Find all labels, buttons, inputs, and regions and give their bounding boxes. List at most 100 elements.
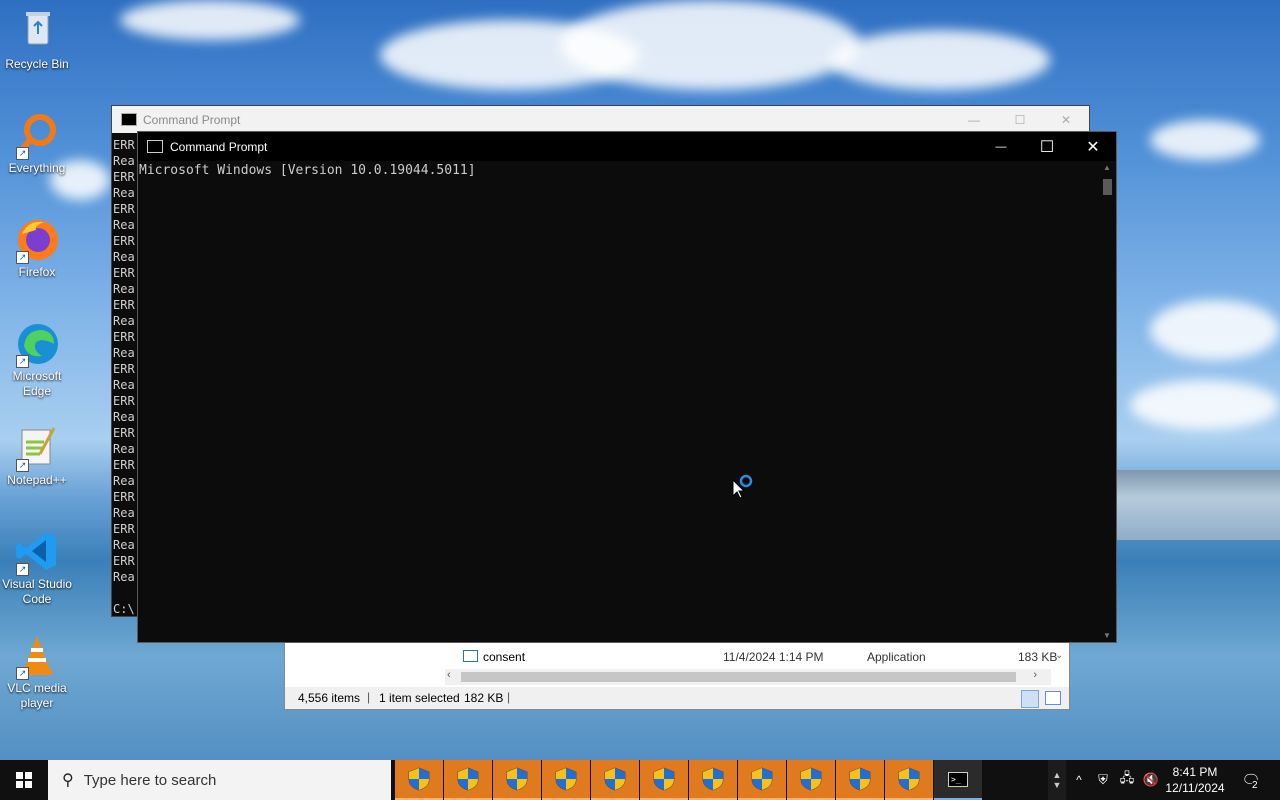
start-button[interactable] <box>0 760 48 800</box>
uac-shield-icon <box>604 767 626 791</box>
recycle-bin-icon <box>14 8 60 54</box>
shortcut-arrow-icon: ↗ <box>16 563 29 576</box>
item-count: 4,556 items <box>298 691 361 705</box>
maximize-button[interactable]: ☐ <box>1024 132 1070 161</box>
shortcut-arrow-icon: ↗ <box>16 459 29 472</box>
clock-time: 8:41 PM <box>1172 765 1218 779</box>
file-type: Application <box>867 650 926 664</box>
close-button[interactable]: ✕ <box>1070 132 1116 161</box>
scroll-up-icon[interactable]: ▲ <box>1103 163 1111 172</box>
maximize-button[interactable]: ☐ <box>997 113 1043 127</box>
uac-shield-icon <box>898 767 920 791</box>
vlc-icon: ↗ <box>14 632 60 680</box>
cmd-app-icon <box>147 140 163 153</box>
windows-logo-icon <box>16 772 32 788</box>
file-date: 11/4/2024 1:14 PM <box>723 650 824 664</box>
scroll-left-icon[interactable]: ‹ <box>447 669 451 681</box>
desktop-icon-label: Notepad++ <box>7 473 67 487</box>
security-tray-icon[interactable]: ⛨ <box>1092 760 1114 800</box>
scrollbar-thumb[interactable] <box>461 672 1016 682</box>
network-icon[interactable]: 🖧 <box>1116 760 1138 800</box>
file-icon <box>463 650 478 662</box>
desktop-icon-recycle-bin[interactable]: Recycle Bin <box>2 8 72 72</box>
shortcut-arrow-icon: ↗ <box>16 355 29 368</box>
desktop-icon-firefox[interactable]: ↗ Firefox <box>2 216 72 280</box>
desktop-icon-vlc[interactable]: ↗ VLC media player <box>2 632 72 711</box>
title-bar[interactable]: Command Prompt — ☐ ✕ <box>138 132 1116 161</box>
command-prompt-window[interactable]: Command Prompt — ☐ ✕ Microsoft Windows [… <box>137 131 1117 643</box>
taskbar-uac-app-button[interactable] <box>395 760 443 800</box>
desktop-icon-vscode[interactable]: ↗ Visual Studio Code <box>2 528 72 607</box>
scrollbar-thumb[interactable] <box>1103 179 1112 195</box>
search-placeholder: Type here to search <box>83 771 217 789</box>
desktop-icon-label: VLC media player <box>7 681 67 710</box>
explorer-status-bar: 4,556 items | 1 item selected 182 KB | <box>285 687 1069 709</box>
taskbar-uac-app-button[interactable] <box>836 760 884 800</box>
uac-shield-icon <box>408 767 430 791</box>
desktop-icon-everything[interactable]: ↗ Everything <box>2 112 72 176</box>
shortcut-arrow-icon: ↗ <box>16 667 29 680</box>
taskbar-uac-app-button[interactable] <box>885 760 933 800</box>
notepadpp-icon: ↗ <box>14 424 60 472</box>
taskbar-uac-app-button[interactable] <box>738 760 786 800</box>
uac-shield-icon <box>653 767 675 791</box>
taskbar-uac-app-button[interactable] <box>689 760 737 800</box>
title-bar[interactable]: Command Prompt — ☐ ✕ <box>112 106 1089 133</box>
desktop-icon-label: Everything <box>8 161 66 175</box>
shortcut-arrow-icon: ↗ <box>16 147 29 160</box>
busy-cursor-icon <box>732 474 753 499</box>
window-title: Command Prompt <box>170 139 268 154</box>
cmd-app-icon <box>121 113 137 126</box>
selected-size: 182 KB <box>464 691 504 705</box>
file-name: consent <box>483 650 526 664</box>
minimize-button[interactable]: — <box>951 113 997 127</box>
horizontal-scrollbar[interactable]: ‹ › <box>445 669 1051 685</box>
shortcut-arrow-icon: ↗ <box>16 251 29 264</box>
taskbar-uac-app-button[interactable] <box>493 760 541 800</box>
desktop-icon-notepadpp[interactable]: ↗ Notepad++ <box>2 424 72 488</box>
large-icons-view-icon[interactable] <box>1045 691 1061 705</box>
taskbar-uac-app-button[interactable] <box>591 760 639 800</box>
file-explorer-window: consent 11/4/2024 1:14 PM Application 18… <box>284 640 1070 710</box>
clock[interactable]: 8:41 PM 12/11/2024 <box>1162 760 1228 800</box>
desktop-icon-edge[interactable]: ↗ Microsoft Edge <box>2 320 72 399</box>
explorer-nav-pane <box>285 641 443 687</box>
edge-icon: ↗ <box>14 320 60 368</box>
cmd-app-icon: >_ <box>948 771 968 787</box>
file-row[interactable]: consent 11/4/2024 1:14 PM Application 18… <box>445 647 1065 667</box>
notification-center-button[interactable]: 🗨 2 <box>1234 760 1268 800</box>
taskbar-uac-app-button[interactable] <box>542 760 590 800</box>
taskbar-uac-app-button[interactable] <box>640 760 688 800</box>
show-desktop-scroll[interactable]: ▲ ▼ <box>1048 760 1066 800</box>
console-output[interactable]: Microsoft Windows [Version 10.0.19044.50… <box>139 162 476 179</box>
desktop-icon-label: Recycle Bin <box>5 57 69 71</box>
volume-muted-icon[interactable]: 🔇 <box>1140 760 1162 800</box>
window-title: Command Prompt <box>143 112 241 127</box>
search-icon: ⚲ <box>62 772 74 789</box>
vertical-scrollbar[interactable]: ▲ ▼ <box>1099 161 1116 642</box>
minimize-button[interactable]: — <box>978 132 1024 161</box>
clock-date: 12/11/2024 <box>1165 781 1225 795</box>
console-output: ERR Rea ERR Rea ERR Rea ERR Rea ERR Rea … <box>113 138 135 616</box>
close-button[interactable]: ✕ <box>1043 113 1089 127</box>
scroll-right-icon[interactable]: › <box>1033 669 1037 681</box>
taskbar-search-box[interactable]: ⚲ Type here to search <box>48 760 391 800</box>
taskbar-uac-app-button[interactable] <box>444 760 492 800</box>
taskbar: ⚲ Type here to search >_ ▲ ▼ ^ ⛨ 🖧 🔇 8:41… <box>0 760 1280 800</box>
uac-shield-icon <box>800 767 822 791</box>
details-view-icon[interactable] <box>1021 690 1039 708</box>
uac-shield-icon <box>702 767 724 791</box>
notification-count: 2 <box>1252 780 1258 791</box>
uac-shield-icon <box>457 767 479 791</box>
show-hidden-icons-icon[interactable]: ^ <box>1070 760 1088 800</box>
desktop-icon-label: Visual Studio Code <box>2 577 72 606</box>
everything-search-icon: ↗ <box>14 112 60 160</box>
taskbar-command-prompt[interactable]: >_ <box>934 760 982 800</box>
desktop-icon-label: Microsoft Edge <box>12 369 62 398</box>
uac-shield-icon <box>506 767 528 791</box>
scroll-down-icon[interactable]: ▼ <box>1103 631 1111 640</box>
status-divider: | <box>507 690 511 704</box>
taskbar-uac-app-button[interactable] <box>787 760 835 800</box>
desktop-icon-label: Firefox <box>18 265 56 279</box>
chevron-down-icon[interactable]: ⌄ <box>1055 650 1063 661</box>
